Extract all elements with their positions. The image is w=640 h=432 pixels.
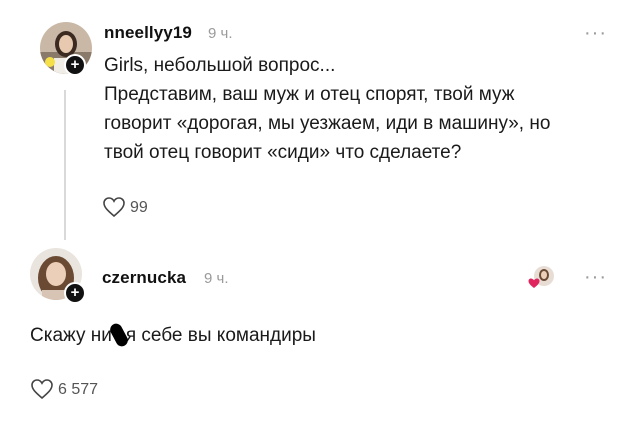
heart-icon[interactable]: [30, 378, 54, 400]
reply-username[interactable]: czernucka: [102, 268, 186, 288]
thread-line: [64, 90, 66, 240]
reply-body: Скажу ни я себе вы командиры: [30, 321, 316, 350]
post-line: Представим, ваш муж и отец спорят, твой …: [104, 84, 515, 105]
post-time: 9 ч.: [208, 25, 233, 42]
reply-text-start: Скажу ни: [30, 325, 112, 346]
post-body: Girls, небольшой вопрос... Представим, в…: [104, 51, 550, 167]
author-liked-icon: [528, 264, 556, 290]
reply-time: 9 ч.: [204, 270, 229, 287]
follow-plus-icon[interactable]: +: [64, 54, 86, 76]
heart-icon[interactable]: [102, 196, 126, 218]
more-icon[interactable]: ···: [584, 267, 607, 287]
reply-text-end: я себе вы командиры: [125, 325, 316, 346]
post-line: говорит «дорогая, мы уезжаем, иди в маши…: [104, 113, 551, 134]
post-like-count: 99: [130, 199, 148, 216]
post-username[interactable]: nneellyy19: [104, 23, 192, 43]
post-line: Girls, небольшой вопрос...: [104, 55, 336, 76]
post-line: твой отец говорит «сиди» что сделаете?: [104, 142, 462, 163]
more-icon[interactable]: ···: [584, 23, 607, 43]
follow-plus-icon[interactable]: +: [64, 282, 86, 304]
reply-like-count: 6 577: [58, 381, 99, 398]
